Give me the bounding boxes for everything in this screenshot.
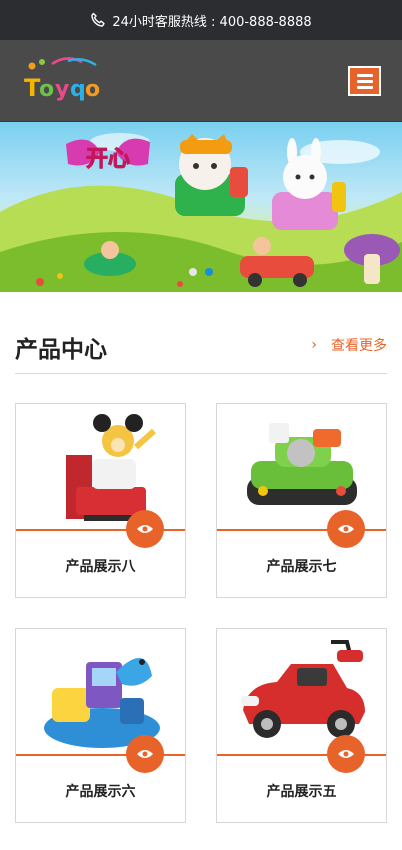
svg-text:y: y xyxy=(55,77,69,102)
product-image xyxy=(217,404,386,529)
product-image xyxy=(16,629,185,754)
banner-title: 开心 xyxy=(86,147,130,172)
view-more-label: 查看更多 xyxy=(331,338,387,354)
toyqo-logo[interactable]: T o y q o xyxy=(22,56,108,106)
product-card[interactable]: 产品展示五 xyxy=(216,628,387,823)
svg-text:o: o xyxy=(85,77,100,102)
carousel-dot-2[interactable] xyxy=(205,268,213,276)
section-title: 产品中心 xyxy=(15,337,107,363)
dolphin-ride-icon xyxy=(43,657,160,748)
eye-icon xyxy=(338,525,354,533)
eye-icon xyxy=(137,525,153,533)
view-more-link[interactable]: › 查看更多 xyxy=(311,335,387,355)
hotline-text: 24小时客服热线 : 400-888-8888 xyxy=(112,14,312,30)
phone-icon xyxy=(91,12,106,27)
product-name: 产品展示六 xyxy=(65,784,136,800)
svg-text:q: q xyxy=(70,77,86,102)
tank-ride-icon xyxy=(246,422,357,505)
eye-icon xyxy=(137,750,153,758)
svg-text:o: o xyxy=(39,77,54,102)
chevron-right-icon: › xyxy=(311,337,317,353)
hamburger-icon xyxy=(356,73,373,77)
product-name: 产品展示五 xyxy=(266,784,337,800)
eye-icon xyxy=(338,750,354,758)
product-card[interactable]: 产品展示七 xyxy=(216,403,387,598)
view-button[interactable] xyxy=(327,735,365,773)
product-name: 产品展示七 xyxy=(266,559,337,575)
red-car-icon xyxy=(240,639,365,738)
banner-illustration: 开心 xyxy=(0,133,402,292)
product-image xyxy=(217,629,386,754)
view-button[interactable] xyxy=(126,735,164,773)
product-image xyxy=(16,404,185,529)
view-button[interactable] xyxy=(327,510,365,548)
banner-carousel[interactable]: 开心 xyxy=(0,122,402,292)
carousel-dots xyxy=(0,268,402,276)
site-header: T o y q o xyxy=(0,40,402,122)
view-button[interactable] xyxy=(126,510,164,548)
mickey-ride-icon xyxy=(65,413,156,521)
product-card[interactable]: 产品展示八 xyxy=(15,403,186,598)
carousel-dot-1[interactable] xyxy=(189,268,197,276)
product-name: 产品展示八 xyxy=(65,559,136,575)
product-card[interactable]: 产品展示六 xyxy=(15,628,186,823)
menu-button[interactable] xyxy=(348,66,381,96)
product-center-header: 产品中心 › 查看更多 xyxy=(15,292,387,374)
hotline-bar: 24小时客服热线 : 400-888-8888 xyxy=(0,0,402,40)
